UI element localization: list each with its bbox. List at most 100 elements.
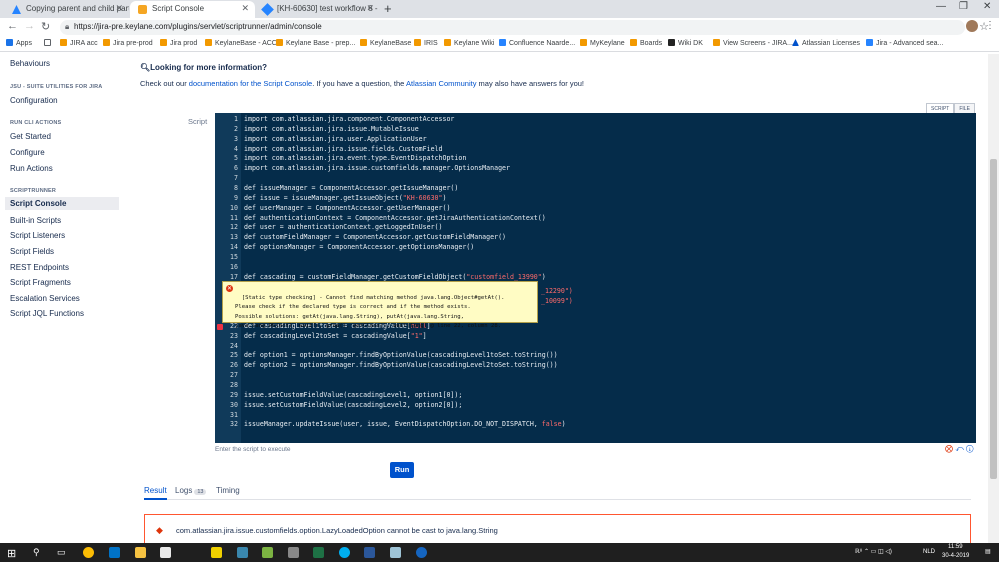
code-line: 3 import com.atlassian.jira.user.Applicat… — [215, 135, 976, 145]
scriptrunner-icon — [138, 5, 147, 14]
code-line: 14 def optionsManager = ComponentAccessor… — [215, 243, 976, 253]
blank-page-icon — [44, 39, 51, 46]
close-tab-icon[interactable]: ✕ — [366, 3, 374, 14]
close-tab-icon[interactable]: ✕ — [241, 3, 249, 14]
scrollbar-thumb[interactable] — [990, 159, 997, 479]
sidebar-item-get-started[interactable]: Get Started — [10, 132, 51, 141]
code-line: 6 import com.atlassian.jira.issue.customf… — [215, 164, 976, 174]
tab-logs[interactable]: Logs 13 — [175, 486, 207, 495]
bookmark[interactable]: Jira pre-prod — [103, 39, 153, 47]
documentation-link[interactable]: documentation for the Script Console — [189, 79, 312, 88]
bookmark[interactable]: Keylane Base - prep... — [276, 39, 355, 47]
menu-icon[interactable]: ⋮ — [985, 20, 995, 31]
bookmark[interactable]: View Screens - JIRA... — [713, 39, 793, 47]
sidebar-item-configure[interactable]: Configure — [10, 148, 45, 157]
bookmark[interactable]: IRIS — [414, 39, 438, 47]
line-number: 32 — [230, 420, 238, 429]
bookmark[interactable]: Jira - Advanced sea... — [866, 39, 943, 47]
sidebar-item-run-actions[interactable]: Run Actions — [10, 164, 53, 173]
sidebar-item-script-console[interactable]: Script Console — [5, 197, 119, 210]
browser-tab-active[interactable]: Script Console ✕ — [130, 1, 255, 18]
tray-icons[interactable]: ℝ⁸ ⌃ ▭ ◫ ◁) — [855, 548, 892, 555]
address-row: ← → ↻ 🔒︎ https://jira-pre.keylane.com/pl… — [0, 18, 999, 36]
sidebar-item-escalation-services[interactable]: Escalation Services — [10, 294, 80, 303]
line-number: 26 — [230, 361, 238, 370]
app-icon[interactable] — [390, 547, 401, 558]
close-window-icon[interactable]: ✕ — [983, 1, 991, 12]
sidebar-item-script-fragments[interactable]: Script Fragments — [10, 278, 71, 287]
language-indicator[interactable]: NLD — [923, 549, 935, 555]
sidebar-item-configuration[interactable]: Configuration — [10, 96, 58, 105]
code-text: import com.atlassian.jira.user.Applicati… — [244, 134, 427, 143]
reload-icon[interactable]: ↻ — [41, 20, 50, 33]
bookmark[interactable]: Atlassian Licenses — [792, 39, 860, 47]
bookmark[interactable]: Wiki DK — [668, 39, 703, 47]
bookmark[interactable]: KeylaneBase — [360, 39, 411, 47]
sidebar-item-script-fields[interactable]: Script Fields — [10, 247, 54, 256]
code-text: def issue = issueManager.getIssueObject(… — [244, 193, 447, 202]
bookmark[interactable]: JIRA acc — [60, 39, 98, 47]
app-icon[interactable] — [416, 547, 427, 558]
sidebar-item-rest-endpoints[interactable]: REST Endpoints — [10, 263, 69, 272]
bookmark[interactable]: MyKeylane — [580, 39, 625, 47]
browser-tab[interactable]: [KH-60630] test workflow 6 - JIRA ✕ — [255, 1, 380, 18]
page-icon[interactable] — [44, 39, 54, 47]
back-icon[interactable]: ← — [7, 20, 18, 32]
forward-icon[interactable]: → — [24, 20, 35, 32]
task-view-icon[interactable]: ▭ — [57, 547, 66, 558]
profile-avatar[interactable] — [966, 20, 978, 32]
clock-time[interactable]: 11:59 — [948, 544, 963, 550]
sidebar-item-script-jql-functions[interactable]: Script JQL Functions — [10, 309, 84, 318]
page-scrollbar[interactable] — [988, 54, 999, 543]
notepad-icon[interactable] — [160, 547, 171, 558]
sidebar-item-built-in-scripts[interactable]: Built-in Scripts — [10, 216, 61, 225]
tab-result[interactable]: Result — [144, 486, 167, 500]
excel-icon[interactable] — [313, 547, 324, 558]
minimize-icon[interactable]: — — [936, 1, 946, 12]
sticky-notes-icon[interactable] — [211, 547, 222, 558]
tab-timing[interactable]: Timing — [216, 486, 240, 495]
outlook-icon[interactable] — [109, 547, 120, 558]
address-bar[interactable]: 🔒︎ https://jira-pre.keylane.com/plugins/… — [60, 20, 989, 35]
code-line: 16 — [215, 263, 976, 273]
error-marker-icon[interactable] — [217, 324, 223, 330]
tab-title: Script Console — [152, 4, 205, 13]
word-icon[interactable] — [364, 547, 375, 558]
error-status-icon[interactable]: ⨂ — [945, 444, 953, 453]
history-icon[interactable]: ⤺ — [955, 444, 964, 453]
jira-icon — [261, 3, 274, 16]
app-icon[interactable] — [262, 547, 273, 558]
code-editor[interactable]: 1 import com.atlassian.jira.component.Com… — [215, 113, 976, 443]
run-button[interactable]: Run — [390, 462, 414, 478]
app-icon[interactable] — [288, 547, 299, 558]
search-icon[interactable]: ⚲ — [33, 547, 40, 558]
bookmark[interactable]: Jira prod — [160, 39, 197, 47]
sidebar-item-behaviours[interactable]: Behaviours — [10, 59, 50, 68]
code-text: issue.setCustomFieldValue(cascadingLevel… — [244, 400, 463, 409]
bookmark[interactable]: Boards — [630, 39, 662, 47]
code-text: def option2 = optionsManager.findByOptio… — [244, 361, 558, 370]
code-line: 24 — [215, 342, 976, 352]
clock-date[interactable]: 30-4-2019 — [942, 553, 969, 559]
bookmark-apps[interactable]: Apps — [6, 39, 32, 47]
bookmark[interactable]: Confluence Naarde... — [499, 39, 575, 47]
maximize-icon[interactable]: ❐ — [959, 1, 968, 12]
error-result-panel: ◆ com.atlassian.jira.issue.customfields.… — [144, 514, 971, 544]
code-line: 2 import com.atlassian.jira.issue.Mutable… — [215, 125, 976, 135]
browser-tab[interactable]: Copying parent and child parts o ✕ — [4, 1, 129, 18]
line-number: 9 — [234, 193, 238, 202]
community-link[interactable]: Atlassian Community — [406, 79, 476, 88]
code-line: 30 issue.setCustomFieldValue(cascadingLev… — [215, 401, 976, 411]
help-icon[interactable]: ⓘ — [966, 444, 973, 453]
bookmark[interactable]: Keylane Wiki — [444, 39, 494, 47]
chrome-icon[interactable] — [83, 547, 94, 558]
close-tab-icon[interactable]: ✕ — [115, 3, 123, 14]
new-tab-icon[interactable]: + — [384, 1, 392, 16]
sidebar-item-script-listeners[interactable]: Script Listeners — [10, 231, 65, 240]
file-explorer-icon[interactable] — [135, 547, 146, 558]
notifications-icon[interactable]: ▤ — [985, 548, 991, 555]
windows-start-icon[interactable]: ⊞ — [7, 547, 16, 560]
skype-icon[interactable] — [339, 547, 350, 558]
app-icon[interactable] — [237, 547, 248, 558]
bookmark[interactable]: KeylaneBase - ACC — [205, 39, 277, 47]
